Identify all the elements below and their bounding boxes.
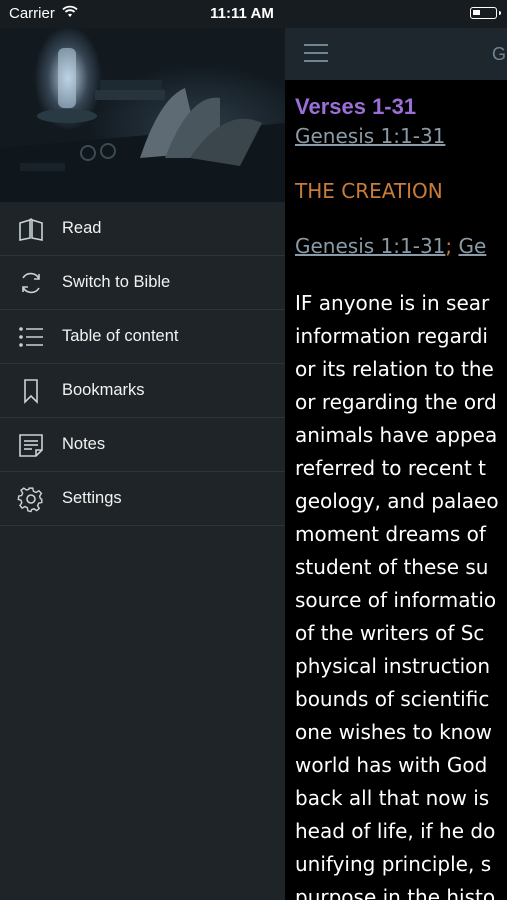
text-line: IF anyone is in sear — [295, 291, 490, 315]
clock: 11:11 AM — [210, 5, 274, 22]
list-icon — [17, 323, 45, 351]
section-title: THE CREATION — [295, 179, 443, 203]
menu-item-switch-to-bible[interactable]: Switch to Bible — [0, 256, 285, 310]
text-line: purpose in the histo — [295, 885, 496, 900]
text-line: student of these su — [295, 555, 489, 579]
bookmark-icon — [17, 377, 45, 405]
menu-item-label: Settings — [62, 489, 122, 507]
chapter-content: Verses 1-31 Genesis 1:1-31 THE CREATION … — [295, 92, 507, 900]
menu-item-label: Notes — [62, 435, 106, 453]
menu-item-label: Switch to Bible — [62, 273, 171, 291]
text-line: head of life, if he do — [295, 819, 496, 843]
refresh-icon — [17, 269, 45, 297]
text-line: referred to recent t — [295, 456, 486, 480]
text-line: moment dreams of — [295, 522, 486, 546]
menu-item-label: Table of content — [62, 327, 179, 345]
reference-separator: ; — [445, 234, 459, 258]
drawer-menu: Read Switch to Bible Table of content Bo… — [0, 202, 285, 526]
drawer-header-image — [0, 28, 285, 202]
menu-item-settings[interactable]: Settings — [0, 472, 285, 526]
hamburger-menu-icon[interactable] — [304, 44, 328, 68]
text-line: source of informatio — [295, 588, 497, 612]
commentary-text: IF anyone is in sear information regardi… — [295, 287, 507, 900]
text-line: geology, and palaeo — [295, 489, 499, 513]
text-line: information regardi — [295, 324, 488, 348]
text-line: of the writers of Sc — [295, 621, 485, 645]
menu-item-read[interactable]: Read — [0, 202, 285, 256]
battery-icon — [470, 7, 501, 19]
status-bar: Carrier 11:11 AM — [0, 0, 507, 28]
gear-icon — [17, 485, 45, 513]
text-line: or its relation to the — [295, 357, 494, 381]
text-line: animals have appea — [295, 423, 498, 447]
navbar-title: G — [492, 44, 507, 64]
reader-navbar: G — [285, 28, 507, 80]
notes-icon — [17, 431, 45, 459]
cross-reference-link[interactable]: Ge — [459, 234, 487, 258]
text-line: world has with God — [295, 753, 488, 777]
text-line: physical instruction — [295, 654, 491, 678]
menu-item-table-of-content[interactable]: Table of content — [0, 310, 285, 364]
text-line: one wishes to know — [295, 720, 492, 744]
cross-reference-line: Genesis 1:1-31; Ge — [295, 232, 507, 260]
menu-item-notes[interactable]: Notes — [0, 418, 285, 472]
text-line: unifying principle, s — [295, 852, 492, 876]
verses-heading: Verses 1-31 — [295, 94, 417, 119]
menu-item-label: Read — [62, 219, 102, 237]
cross-reference-link[interactable]: Genesis 1:1-31 — [295, 234, 445, 258]
menu-item-label: Bookmarks — [62, 381, 145, 399]
menu-item-bookmarks[interactable]: Bookmarks — [0, 364, 285, 418]
verse-reference-link[interactable]: Genesis 1:1-31 — [295, 122, 507, 150]
text-line: back all that now is — [295, 786, 490, 810]
book-icon — [17, 215, 45, 243]
text-line: bounds of scientific — [295, 687, 490, 711]
reader-pane: G Verses 1-31 Genesis 1:1-31 THE CREATIO… — [285, 0, 507, 900]
navigation-drawer: Read Switch to Bible Table of content Bo… — [0, 0, 285, 900]
text-line: or regarding the ord — [295, 390, 497, 414]
